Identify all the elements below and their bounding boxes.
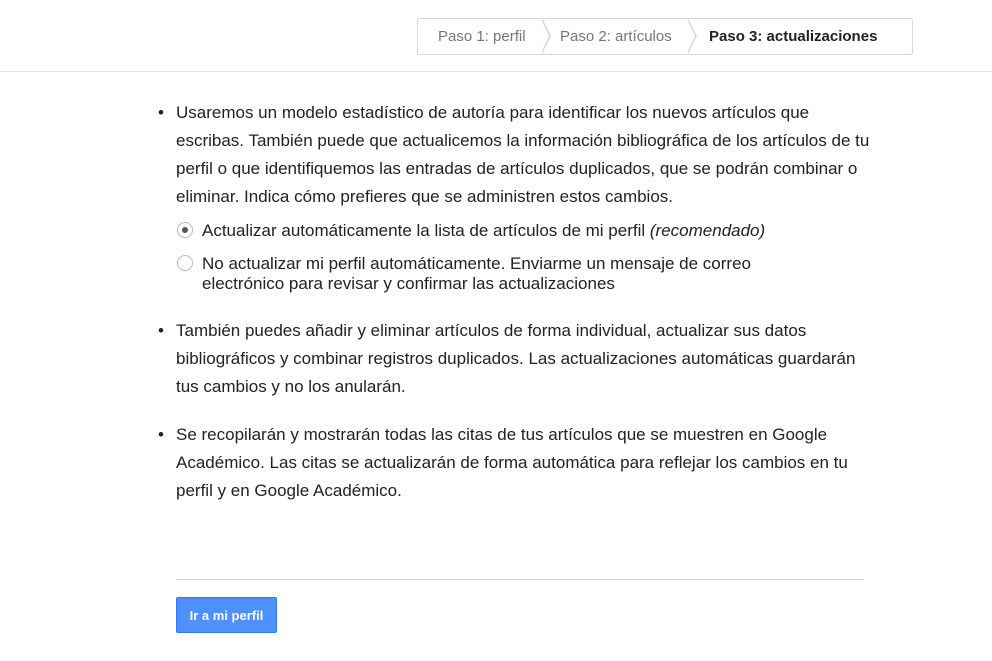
bullet-icon: • <box>158 425 164 444</box>
option-manual-line2: electrónico para revisar y confirmar las… <box>202 274 615 293</box>
header-bar: Paso 1: perfil Paso 2: artículos Paso 3:… <box>0 0 992 72</box>
chevron-right-icon <box>541 18 551 54</box>
paragraph-individual-edits: • También puedes añadir y eliminar artíc… <box>158 317 878 401</box>
radio-auto-update[interactable] <box>177 222 193 238</box>
steps-breadcrumb: Paso 1: perfil Paso 2: artículos Paso 3:… <box>417 18 913 55</box>
paragraph-text: Usaremos un modelo estadístico de autorí… <box>176 103 870 206</box>
update-options-group: Actualizar automáticamente la lista de a… <box>158 221 878 294</box>
chevron-right-icon <box>687 18 697 54</box>
step-3-label: Paso 3: actualizaciones <box>709 28 878 45</box>
radio-manual-update[interactable] <box>177 255 193 271</box>
option-auto-note: (recomendado) <box>649 221 766 240</box>
paragraph-statistical-model: • Usaremos un modelo estadístico de auto… <box>158 99 878 211</box>
paragraph-text: Se recopilarán y mostrarán todas las cit… <box>176 425 848 500</box>
option-auto-label: Actualizar automáticamente la lista de a… <box>202 221 646 240</box>
paragraph-citations: • Se recopilarán y mostrarán todas las c… <box>158 421 878 505</box>
step-2-articles[interactable]: Paso 2: artículos <box>542 18 697 54</box>
bullet-icon: • <box>158 321 164 340</box>
bullet-icon: • <box>158 103 164 122</box>
divider <box>176 579 864 580</box>
option-auto-update[interactable]: Actualizar automáticamente la lista de a… <box>176 221 878 241</box>
paragraph-text: También puedes añadir y eliminar artícul… <box>176 321 856 396</box>
option-manual-update[interactable]: No actualizar mi perfil automáticamente.… <box>176 254 878 294</box>
option-manual-line1: No actualizar mi perfil automáticamente.… <box>202 254 751 273</box>
step-2-label: Paso 2: artículos <box>560 28 672 45</box>
main-content: • Usaremos un modelo estadístico de auto… <box>158 99 878 505</box>
go-to-profile-button[interactable]: Ir a mi perfil <box>176 597 277 633</box>
step-1-label: Paso 1: perfil <box>438 28 526 45</box>
step-1-profile[interactable]: Paso 1: perfil <box>418 18 551 54</box>
step-3-updates: Paso 3: actualizaciones <box>688 19 877 54</box>
